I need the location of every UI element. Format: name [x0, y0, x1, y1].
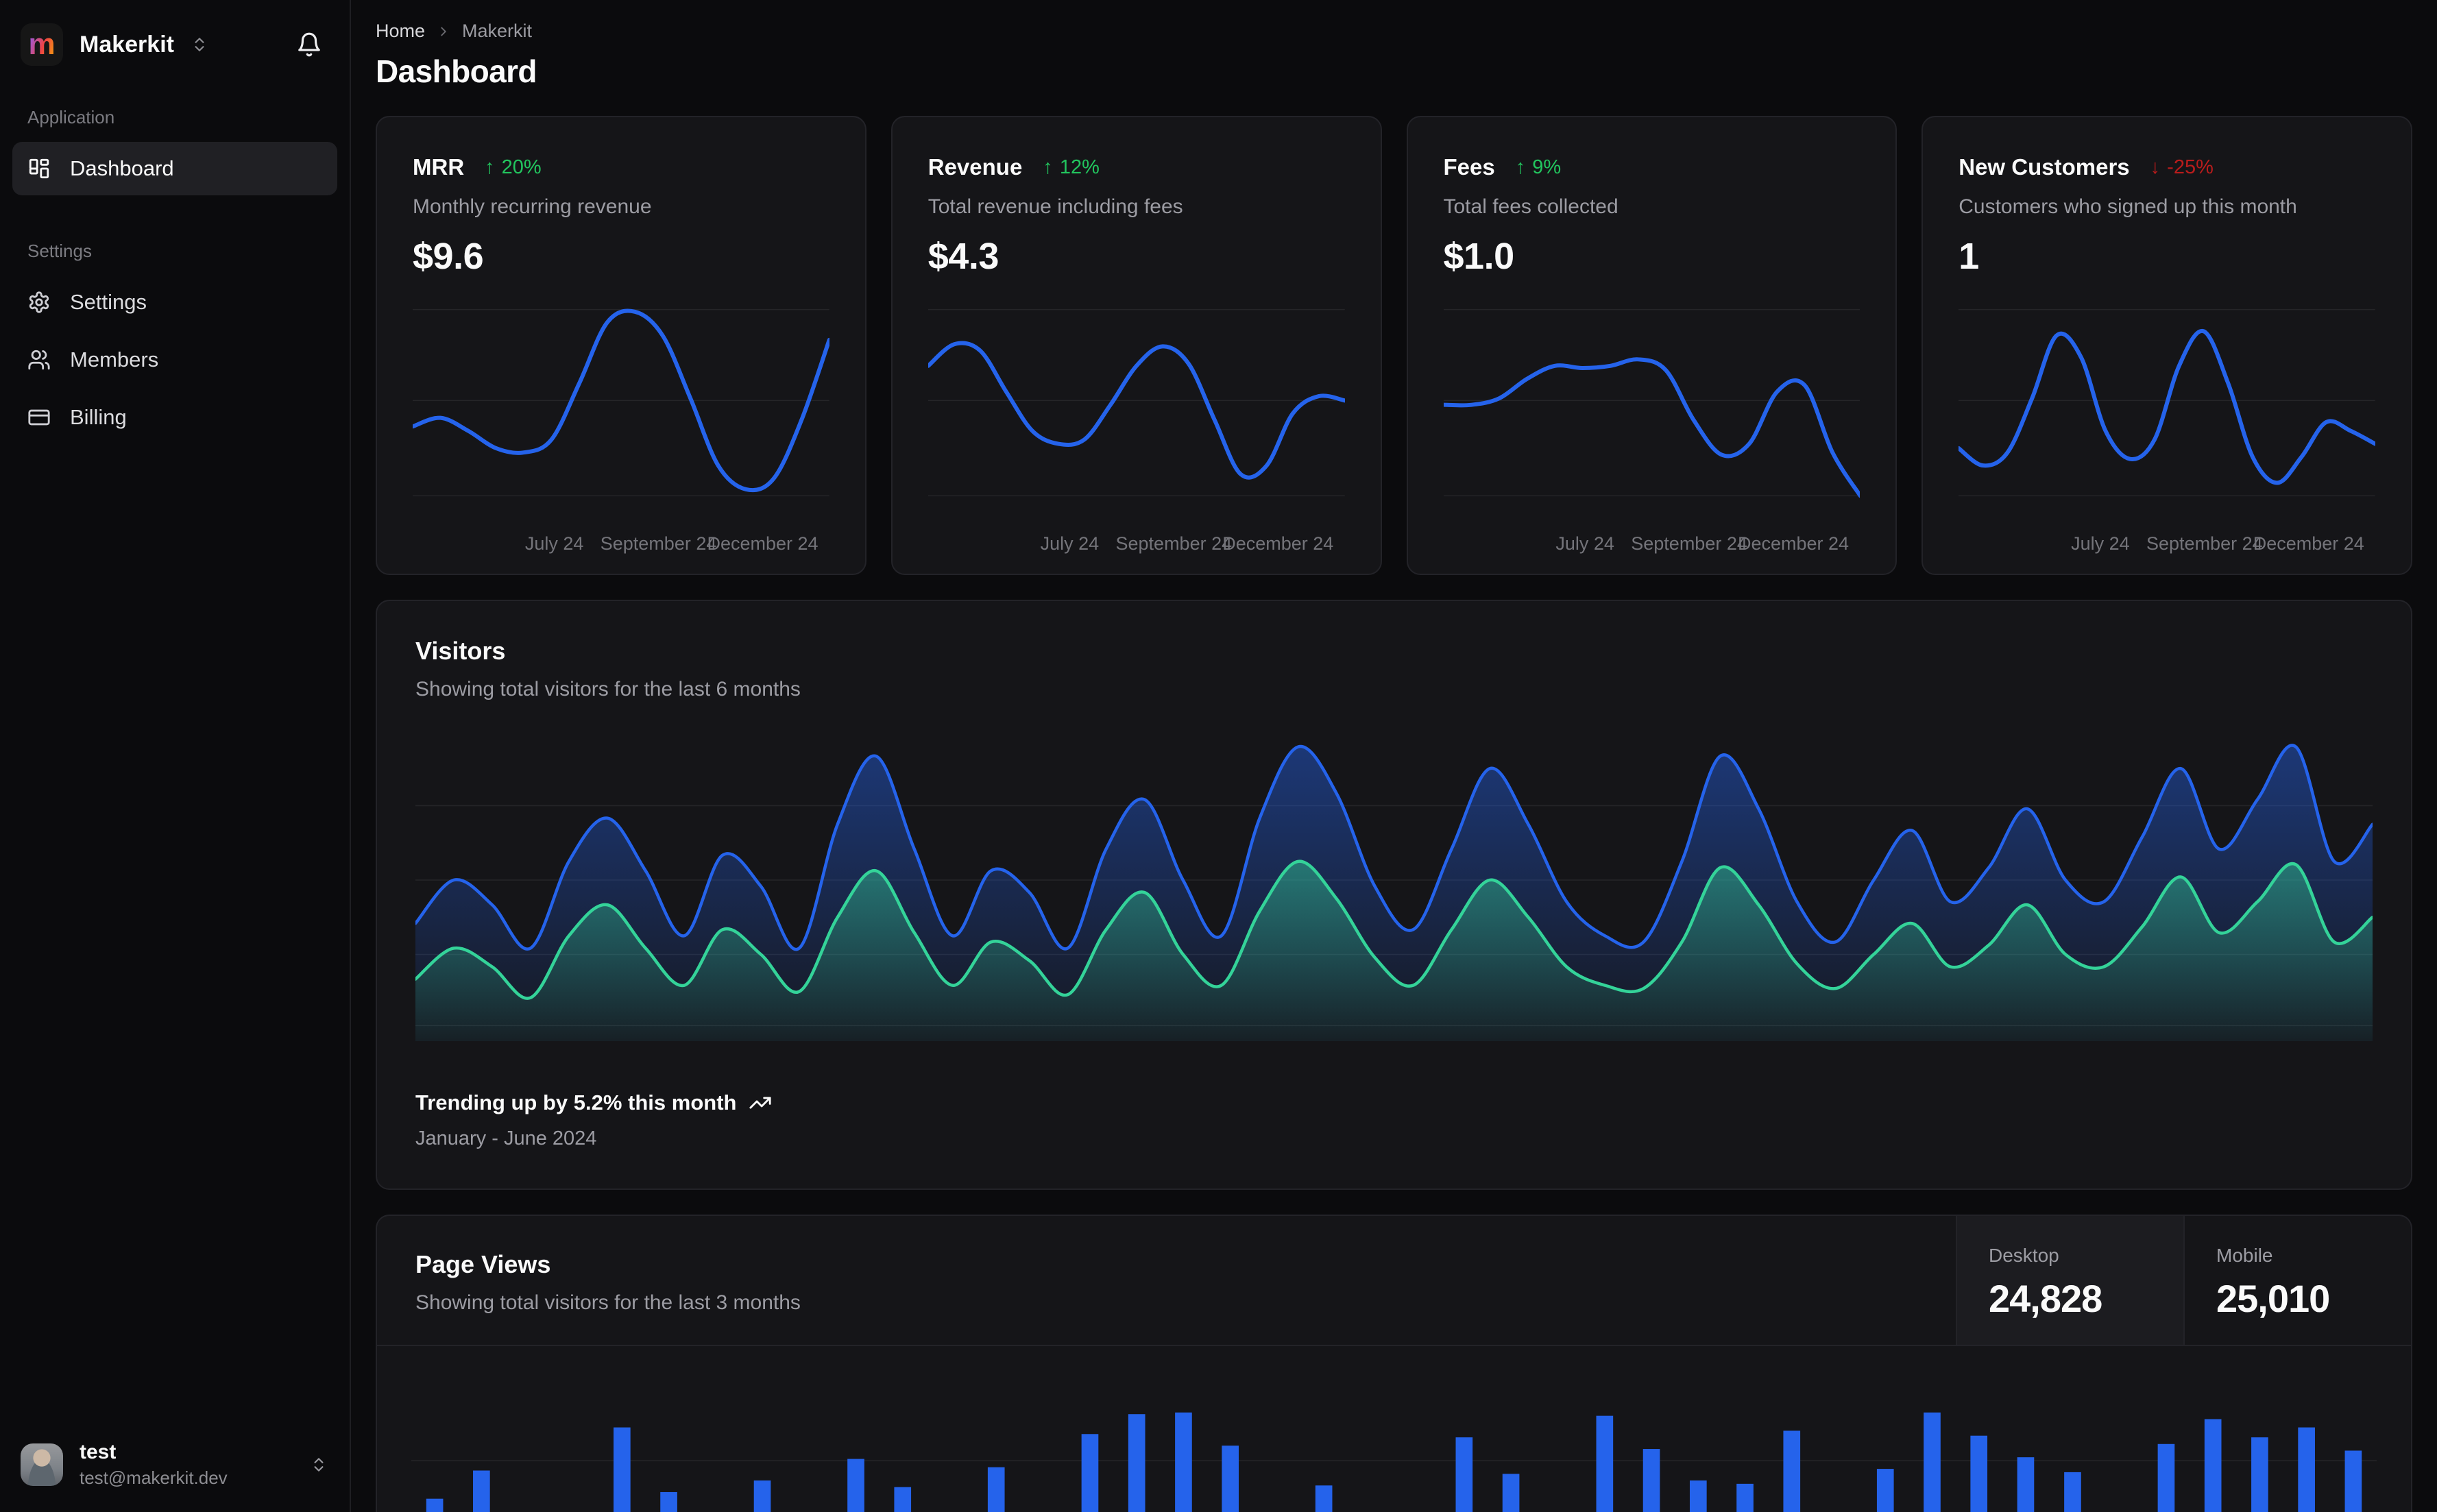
- breadcrumb: Home Makerkit: [376, 21, 2412, 42]
- mrr-sparkline-chart: [413, 301, 829, 517]
- workspace-selector-row: m Makerkit: [0, 0, 350, 73]
- arrow-up-icon: ↑: [485, 156, 495, 178]
- sidebar: m Makerkit Application Dashboard Setting…: [0, 0, 351, 1512]
- credit-card-icon: [27, 406, 51, 429]
- nav-section-application: Application: [27, 107, 115, 127]
- user-menu-caret[interactable]: [310, 1456, 328, 1474]
- stat-title: MRR: [413, 154, 465, 180]
- stat-subtitle: Customers who signed up this month: [1959, 195, 2297, 218]
- nav-section-settings: Settings: [27, 241, 92, 261]
- user-avatar: [21, 1443, 63, 1486]
- sidebar-item-label: Billing: [70, 405, 127, 429]
- x-axis-tick: December 24: [707, 533, 819, 554]
- x-axis-tick: September 24: [2146, 533, 2263, 554]
- workspace-name: Makerkit: [80, 31, 174, 58]
- stat-value: $4.3: [927, 236, 999, 277]
- x-axis-tick: December 24: [2253, 533, 2364, 554]
- page-title: Dashboard: [376, 53, 537, 89]
- page-views-bar-chart: [411, 1346, 2377, 1512]
- stat-title: Revenue: [927, 154, 1023, 180]
- bell-icon: [298, 32, 320, 57]
- page-views-subtitle: Showing total visitors for the last 3 mo…: [415, 1291, 801, 1314]
- stat-title: Fees: [1443, 154, 1495, 180]
- trend-value: 12%: [1059, 156, 1100, 178]
- stat-card-fees: Fees ↑ 9% Total fees collected $1.0 July…: [1406, 116, 1898, 575]
- stat-value: $9.6: [413, 236, 484, 277]
- page-views-card: Page Views Showing total visitors for th…: [376, 1215, 2412, 1512]
- x-axis-tick: July 24: [1040, 533, 1100, 554]
- tab-mobile[interactable]: Mobile 25,010: [2183, 1216, 2411, 1345]
- trend-value: -25%: [2167, 156, 2214, 178]
- logo-letter: m: [28, 27, 56, 61]
- visitors-trend-text: Trending up by 5.2% this month: [415, 1090, 737, 1114]
- stat-card-revenue: Revenue ↑ 12% Total revenue including fe…: [890, 116, 1382, 575]
- trend-badge: ↑ 12%: [1043, 156, 1100, 179]
- stat-subtitle: Total fees collected: [1443, 195, 1618, 218]
- stat-card-mrr: MRR ↑ 20% Monthly recurring revenue $9.6…: [376, 116, 866, 575]
- visitors-title: Visitors: [415, 637, 506, 665]
- tab-value: 24,828: [1989, 1276, 2102, 1320]
- stat-card-new-customers: New Customers ↓ -25% Customers who signe…: [1921, 116, 2412, 575]
- visitors-subtitle: Showing total visitors for the last 6 mo…: [415, 678, 801, 700]
- notifications-button[interactable]: [296, 32, 322, 58]
- tab-label: Desktop: [1989, 1244, 2059, 1266]
- tab-label: Mobile: [2216, 1244, 2273, 1266]
- users-icon: [27, 348, 51, 371]
- sidebar-item-dashboard[interactable]: Dashboard: [12, 142, 337, 195]
- user-name: test: [80, 1441, 117, 1463]
- sidebar-item-label: Members: [70, 347, 159, 371]
- x-axis-tick: July 24: [1555, 533, 1614, 554]
- page-views-title: Page Views: [415, 1250, 551, 1278]
- sidebar-item-label: Settings: [70, 290, 147, 314]
- stat-title: New Customers: [1959, 154, 2130, 180]
- x-axis-tick: September 24: [1115, 533, 1233, 554]
- sidebar-item-settings[interactable]: Settings: [12, 276, 337, 329]
- x-axis-tick: December 24: [1737, 533, 1850, 554]
- user-info: test test@makerkit.dev: [80, 1440, 228, 1489]
- trend-value: 20%: [501, 156, 542, 178]
- user-menu[interactable]: test test@makerkit.dev: [0, 1419, 350, 1512]
- workspace-selector-button[interactable]: [191, 36, 208, 53]
- breadcrumb-home-link[interactable]: Home: [376, 21, 425, 42]
- stat-cards-row: MRR ↑ 20% Monthly recurring revenue $9.6…: [376, 116, 2412, 575]
- revenue-sparkline-chart: [928, 301, 1345, 517]
- dashboard-icon: [27, 157, 51, 180]
- arrow-up-icon: ↑: [1043, 156, 1053, 178]
- x-axis-tick: December 24: [1222, 533, 1334, 554]
- chevron-right-icon: [436, 24, 451, 39]
- new-customers-sparkline-chart: [1959, 301, 2375, 517]
- tab-value: 25,010: [2216, 1276, 2330, 1320]
- visitors-area-chart: [415, 731, 2373, 1041]
- fees-sparkline-chart: [1444, 301, 1860, 517]
- gear-icon: [27, 291, 51, 314]
- sidebar-item-members[interactable]: Members: [12, 333, 337, 387]
- trend-badge: ↑ 9%: [1516, 156, 1561, 179]
- chevrons-up-down-icon: [195, 38, 204, 51]
- visitors-card: Visitors Showing total visitors for the …: [376, 600, 2412, 1190]
- stat-subtitle: Monthly recurring revenue: [413, 195, 652, 218]
- main-content: Home Makerkit Dashboard MRR ↑ 20% Monthl…: [351, 0, 2437, 1512]
- arrow-up-icon: ↑: [1515, 156, 1526, 178]
- stat-subtitle: Total revenue including fees: [927, 195, 1183, 218]
- makerkit-logo: m: [21, 23, 63, 66]
- tab-desktop[interactable]: Desktop 24,828: [1956, 1216, 2183, 1345]
- stat-value: 1: [1959, 236, 1979, 277]
- x-axis-tick: July 24: [524, 533, 584, 554]
- stat-value: $1.0: [1443, 236, 1515, 277]
- x-axis-tick: September 24: [600, 533, 717, 554]
- sidebar-item-billing[interactable]: Billing: [12, 391, 337, 444]
- trending-up-icon: [749, 1091, 772, 1114]
- chevrons-up-down-icon: [314, 1457, 324, 1472]
- x-axis-tick: September 24: [1631, 533, 1747, 554]
- x-axis-tick: July 24: [2071, 533, 2130, 554]
- visitors-period: January - June 2024: [415, 1127, 597, 1149]
- arrow-down-icon: ↓: [2150, 156, 2161, 178]
- sidebar-item-label: Dashboard: [70, 156, 174, 180]
- breadcrumb-current: Makerkit: [462, 21, 533, 41]
- user-email: test@makerkit.dev: [80, 1467, 228, 1488]
- trend-badge: ↓ -25%: [2150, 156, 2214, 179]
- trend-badge: ↑ 20%: [485, 156, 542, 179]
- sidebar-nav: Application Dashboard Settings Settings …: [0, 73, 350, 1419]
- trend-value: 9%: [1532, 156, 1562, 178]
